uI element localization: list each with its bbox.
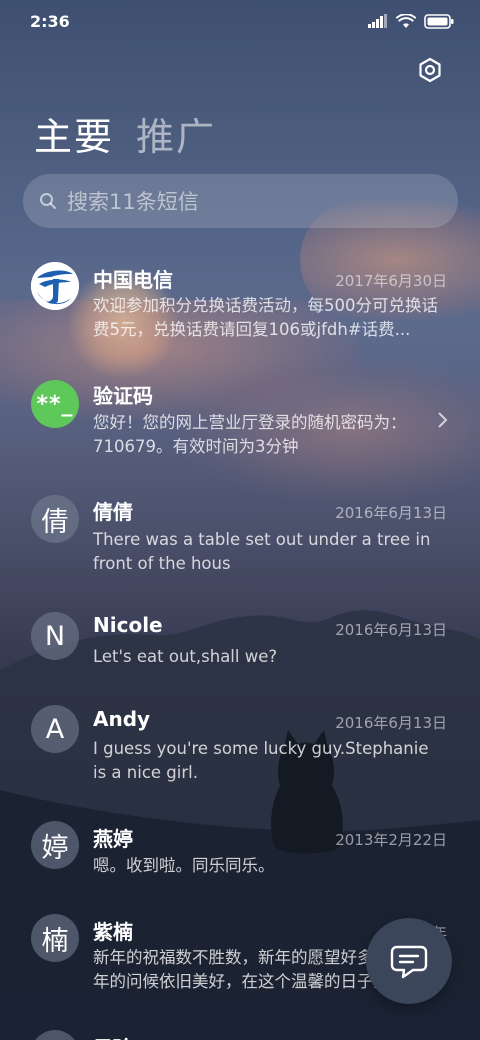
avatar: A [31, 705, 79, 753]
avatar [31, 1030, 79, 1040]
list-item[interactable]: **_ 验证码 您好！您的网上营业厅登录的随机密码为：710679。有效时间为3… [0, 370, 480, 480]
search-icon [40, 193, 56, 209]
message-date: 2016年6月13日 [335, 621, 447, 639]
avatar: 楠 [31, 914, 79, 962]
status-time: 2:36 [30, 11, 70, 31]
china-telecom-logo-icon [31, 262, 79, 310]
message-preview: 欢迎参加积分兑换话费活动，每500分可兑换话费5元，兑换话费请回复106或jfd… [93, 296, 438, 339]
list-item[interactable]: 中国电信 2017年6月30日 欢迎参加积分兑换话费活动，每500分可兑换话费5… [0, 252, 480, 362]
contact-name: 子玲 [93, 1032, 133, 1040]
contact-name: 验证码 [93, 384, 153, 408]
avatar: 倩 [31, 495, 79, 543]
compose-button[interactable] [366, 918, 452, 1004]
contact-name: 紫楠 [93, 920, 133, 944]
contact-name: Andy [93, 707, 151, 731]
list-item[interactable]: A Andy 2016年6月13日 I guess you're some lu… [0, 697, 480, 807]
battery-icon [424, 13, 454, 29]
list-item[interactable]: 子玲 [0, 1022, 480, 1040]
gear-icon [419, 57, 441, 83]
tab-promotions[interactable]: 推广 [136, 106, 216, 161]
tab-primary[interactable]: 主要 [34, 106, 114, 161]
message-preview: 您好！您的网上营业厅登录的随机密码为：710679。有效时间为3分钟 [93, 413, 407, 456]
message-preview: Let's eat out,shall we? [93, 647, 278, 666]
message-date: 2016年6月13日 [335, 504, 447, 522]
list-item[interactable]: N Nicole 2016年6月13日 Let's eat out,shall … [0, 603, 480, 693]
chevron-right-icon [438, 412, 448, 428]
message-preview: 嗯。收到啦。同乐同乐。 [93, 856, 275, 875]
message-preview: I guess you're some lucky guy.Stephanie … [93, 739, 429, 782]
message-preview: There was a table set out under a tree i… [93, 530, 431, 573]
search-bar[interactable]: 搜索11条短信 [23, 174, 458, 228]
message-date: 2013年2月22日 [335, 831, 447, 849]
avatar [31, 262, 79, 310]
message-date: 2017年6月30日 [335, 272, 447, 290]
contact-name: Nicole [93, 613, 163, 637]
list-item[interactable]: 倩 倩倩 2016年6月13日 There was a table set ou… [0, 486, 480, 596]
wifi-icon [396, 13, 416, 28]
avatar: **_ [31, 380, 79, 428]
avatar: 婷 [31, 821, 79, 869]
contact-name: 中国电信 [93, 268, 173, 292]
message-compose-icon [390, 945, 428, 979]
contact-name: 倩倩 [93, 500, 133, 524]
contact-name: 燕婷 [93, 827, 133, 851]
list-item[interactable]: 婷 燕婷 2013年2月22日 嗯。收到啦。同乐同乐。 [0, 813, 480, 903]
avatar: N [31, 612, 79, 660]
settings-button[interactable] [414, 54, 446, 86]
tab-bar: 主要 推广 [34, 106, 216, 161]
status-bar: 2:36 [0, 0, 480, 42]
search-input[interactable]: 搜索11条短信 [67, 186, 199, 216]
message-date: 2016年6月13日 [335, 714, 447, 732]
cellular-signal-icon [368, 14, 387, 28]
